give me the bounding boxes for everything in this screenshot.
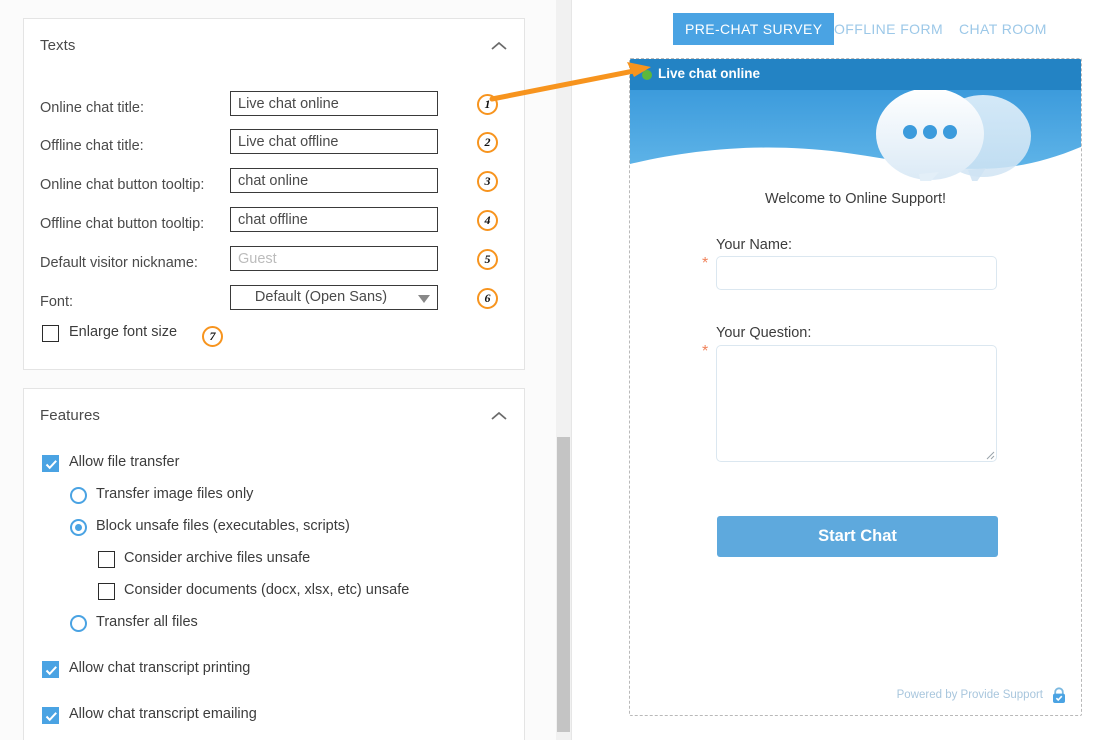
consider-archive-files-unsafe-checkbox[interactable] [98,551,115,568]
field-row-offline-chat-title: Offline chat title: 2 [24,129,524,168]
chevron-up-icon[interactable] [490,409,508,423]
consider-documents-unsafe-checkbox[interactable] [98,583,115,600]
callout-badge-4: 4 [477,210,498,231]
allow-file-transfer-checkbox[interactable] [42,455,59,472]
speech-bubbles-icon [630,90,1081,181]
lock-icon [1053,687,1065,703]
feature-row-allow-transcript-emailing: Allow chat transcript emailing [24,706,524,737]
settings-column: Texts Online chat title: 1 Offline chat … [0,0,556,740]
enlarge-font-size-row: Enlarge font size 7 [24,324,524,355]
field-row-online-chat-title: Online chat title: 1 [24,91,524,130]
feature-label: Allow chat transcript emailing [69,706,257,722]
feature-label: Block unsafe files (executables, scripts… [96,518,350,534]
field-label: Online chat title: [40,100,144,116]
offline-chat-button-tooltip-input[interactable] [230,207,438,232]
feature-row-transfer-image-files-only: Transfer image files only [24,486,524,517]
online-chat-button-tooltip-input[interactable] [230,168,438,193]
welcome-message: Welcome to Online Support! [764,191,947,207]
feature-label: Transfer all files [96,614,198,630]
field-row-online-button-tooltip: Online chat button tooltip: 3 [24,168,524,207]
radio-selected-dot [75,524,82,531]
chat-widget-titlebar: Live chat online [630,59,1081,90]
field-label: Default visitor nickname: [40,255,198,271]
preview-column: PRE-CHAT SURVEY OFFLINE FORM CHAT ROOM L… [571,0,1110,740]
transfer-image-files-only-radio[interactable] [70,487,87,504]
your-name-input[interactable] [716,256,997,290]
your-question-textarea[interactable] [716,345,997,462]
chat-widget-preview: Live chat online Welcome to Online Suppo… [629,58,1082,716]
feature-row-block-unsafe-files: Block unsafe files (executables, scripts… [24,518,524,549]
your-question-label: Your Question: [716,325,812,341]
callout-badge-1: 1 [477,94,498,115]
tab-chat-room[interactable]: CHAT ROOM [947,13,1059,45]
allow-chat-transcript-printing-checkbox[interactable] [42,661,59,678]
feature-row-allow-file-transfer: Allow file transfer [24,454,524,485]
field-row-offline-button-tooltip: Offline chat button tooltip: 4 [24,207,524,246]
textarea-resize-grip[interactable] [983,448,995,460]
features-panel-title: Features [40,407,100,424]
texts-panel-title: Texts [40,37,76,54]
chevron-up-icon[interactable] [490,39,508,53]
online-status-dot-icon [642,70,652,80]
your-name-label: Your Name: [716,237,793,253]
field-row-default-visitor-nickname: Default visitor nickname: 5 [24,246,524,285]
transfer-all-files-radio[interactable] [70,615,87,632]
settings-scrollbar-thumb[interactable] [557,437,570,732]
callout-badge-6: 6 [477,288,498,309]
required-marker-question: * [702,343,709,360]
callout-badge-2: 2 [477,132,498,153]
features-panel-header[interactable]: Features [24,389,524,445]
block-unsafe-files-radio[interactable] [70,519,87,536]
field-label: Font: [40,294,74,310]
feature-label: Transfer image files only [96,486,254,502]
feature-label: Consider documents (docx, xlsx, etc) uns… [124,582,410,598]
feature-label: Consider archive files unsafe [124,550,311,566]
tab-pre-chat-survey[interactable]: PRE-CHAT SURVEY [673,13,835,45]
font-select-value: Default (Open Sans) [254,289,388,305]
feature-row-consider-documents-unsafe: Consider documents (docx, xlsx, etc) uns… [24,582,524,613]
field-label: Offline chat title: [40,138,144,154]
feature-row-consider-archive-files-unsafe: Consider archive files unsafe [24,550,524,581]
preview-tabs: PRE-CHAT SURVEY OFFLINE FORM CHAT ROOM [572,13,1110,45]
field-label: Offline chat button tooltip: [40,216,205,232]
enlarge-font-size-label: Enlarge font size [69,324,178,340]
font-select[interactable]: Default (Open Sans) [230,285,438,310]
offline-chat-title-input[interactable] [230,129,438,154]
callout-badge-7: 7 [202,326,223,347]
features-panel: Features Allow file transfer Transfer im… [23,388,525,740]
feature-label: Allow file transfer [69,454,180,470]
chevron-down-icon [418,295,430,303]
texts-panel-header[interactable]: Texts [24,19,524,75]
start-chat-button[interactable]: Start Chat [717,516,998,557]
enlarge-font-size-checkbox[interactable] [42,325,59,342]
default-visitor-nickname-input[interactable] [230,246,438,271]
feature-label: Allow chat transcript printing [69,660,251,676]
app-root: Texts Online chat title: 1 Offline chat … [0,0,1110,740]
callout-badge-3: 3 [477,171,498,192]
required-marker-name: * [702,255,709,272]
powered-by-label: Powered by Provide Support [896,689,1043,701]
callout-badge-5: 5 [477,249,498,270]
feature-row-allow-transcript-printing: Allow chat transcript printing [24,660,524,691]
field-row-font: Font: Default (Open Sans) 6 [24,285,524,324]
online-chat-title-input[interactable] [230,91,438,116]
tab-offline-form[interactable]: OFFLINE FORM [822,13,955,45]
field-label: Online chat button tooltip: [40,177,205,193]
feature-row-transfer-all-files: Transfer all files [24,614,524,645]
chat-widget-title: Live chat online [658,66,761,81]
texts-panel: Texts Online chat title: 1 Offline chat … [23,18,525,370]
allow-chat-transcript-emailing-checkbox[interactable] [42,707,59,724]
